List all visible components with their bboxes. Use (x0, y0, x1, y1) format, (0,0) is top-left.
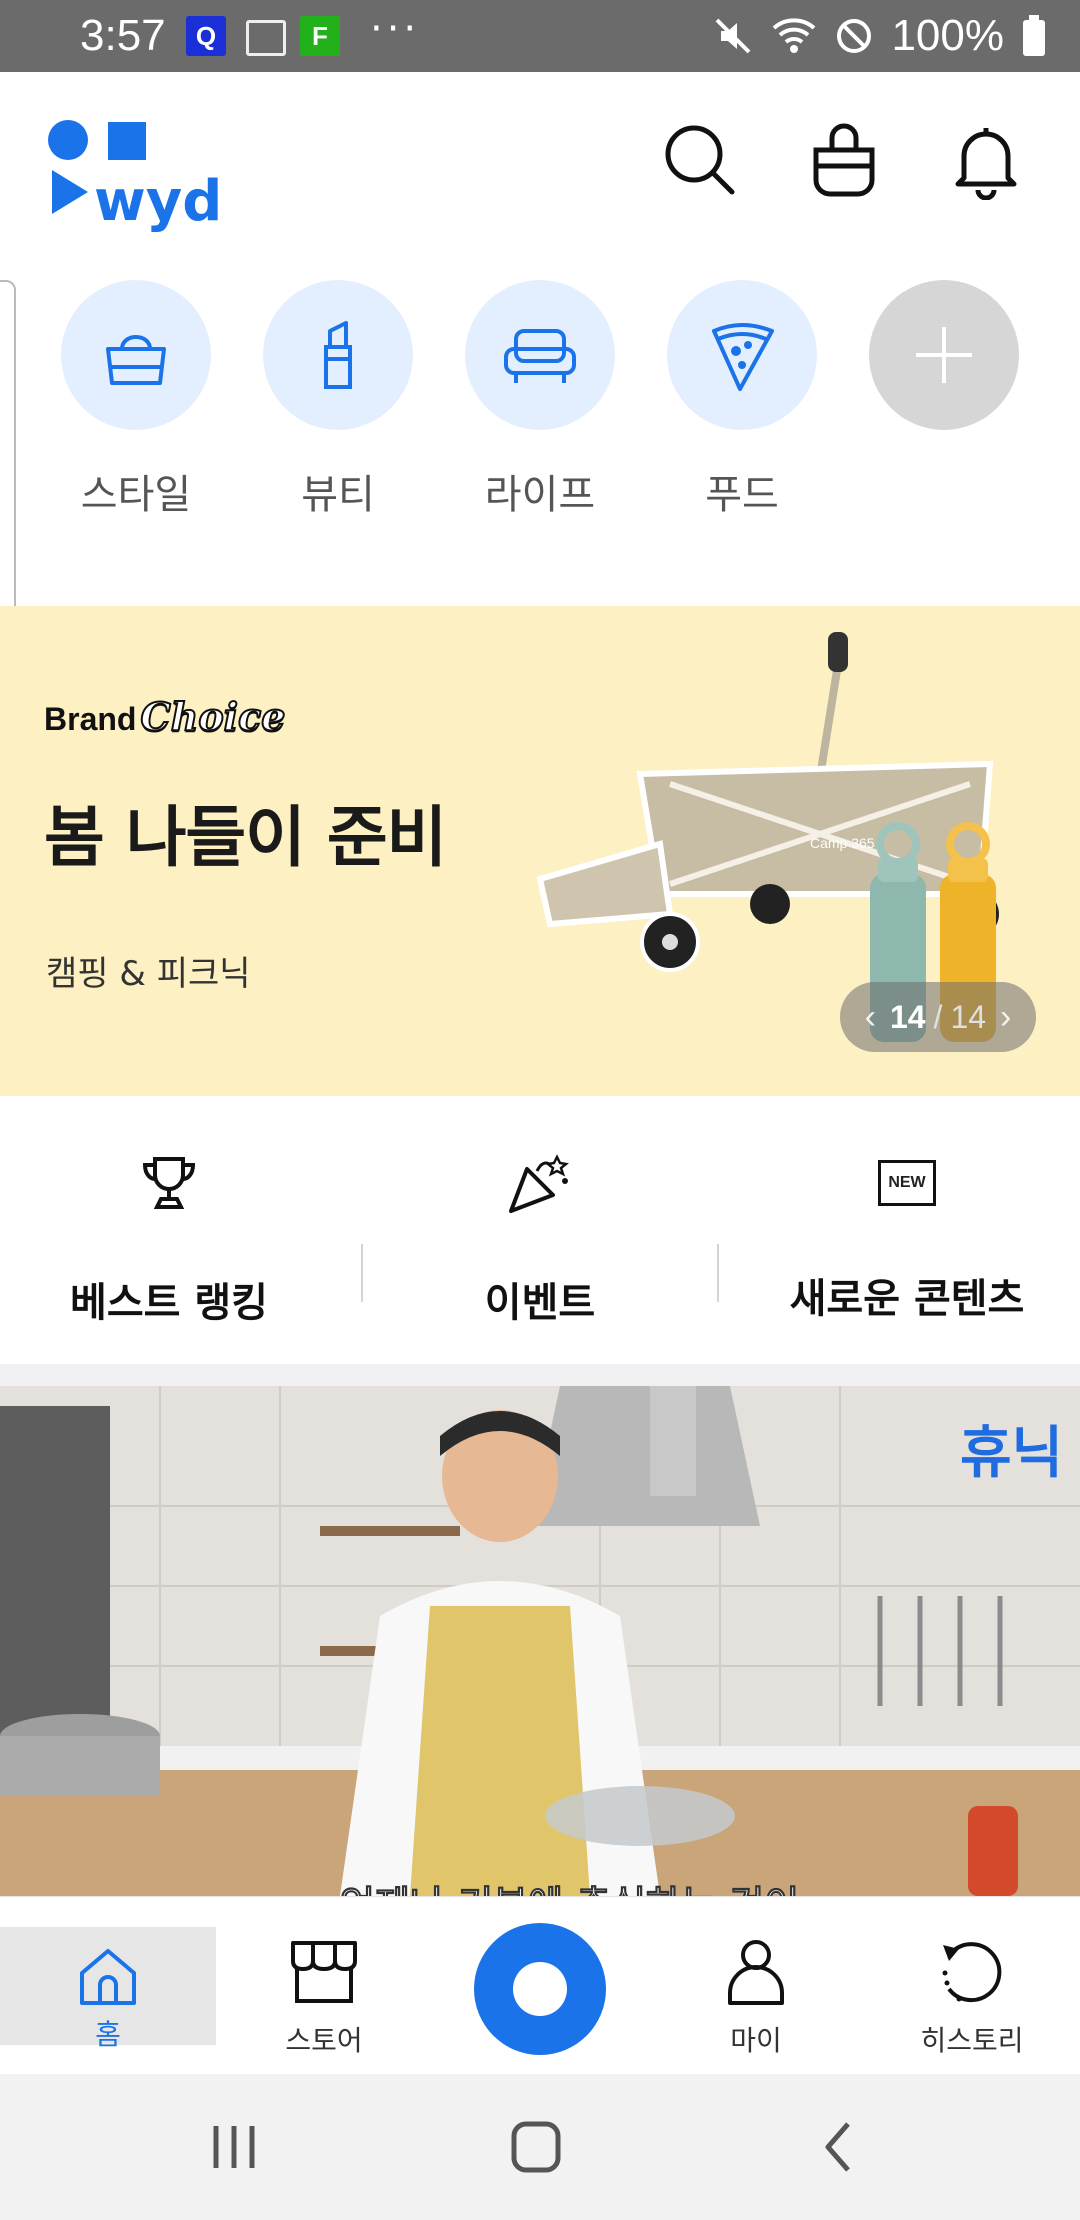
banner-subtitle: 캠핑 & 피크닉 (46, 954, 251, 994)
q-app-icon: Q (186, 16, 226, 56)
category-add-button[interactable] (869, 280, 1019, 430)
more-notifications-icon: ··· (370, 6, 421, 52)
banner-title: 봄 나들이 준비 (44, 799, 447, 876)
record-button[interactable] (474, 1923, 606, 2055)
quick-menu-label: 베스트 랭킹 (70, 1280, 268, 1326)
nav-label: 스토어 (285, 2024, 363, 2057)
quick-menu-label: 새로운 콘텐츠 (789, 1276, 1025, 1322)
plus-icon (916, 327, 972, 383)
event-button[interactable]: 이벤트 (375, 1148, 705, 1328)
mute-icon (716, 18, 751, 54)
handbag-icon (106, 335, 166, 385)
category-style[interactable]: 스타일 (61, 280, 211, 520)
brand-choice-logo: Brand Choice (44, 693, 286, 740)
brand-script: Choice (139, 693, 286, 740)
battery-icon (1023, 15, 1045, 56)
battery-percent: 100% (891, 11, 1004, 60)
wyd-logo[interactable]: wyd (46, 116, 246, 236)
bottom-navigation: 홈 스토어 마이 히스토리 (0, 1896, 1080, 2075)
divider (717, 1244, 719, 1302)
video-thumbnail[interactable]: 휴닉 언제나 기본에 충실하는 것이 (0, 1386, 1080, 1896)
wifi-icon (773, 18, 816, 53)
history-icon (942, 1942, 1002, 2003)
back-icon[interactable] (808, 2120, 868, 2174)
channel-badge: 휴닉 (960, 1421, 1064, 1486)
home-button-icon[interactable] (506, 2120, 566, 2174)
kitchen-scene-image (0, 1386, 1080, 1896)
store-icon (291, 1941, 357, 2003)
promo-banner[interactable]: Brand Choice 봄 나들이 준비 캠핑 & 피크닉 Camp 365 ‹… (0, 606, 1080, 1096)
trophy-icon (142, 1157, 196, 1209)
quick-menu: 베스트 랭킹 이벤트 NEW 새로운 콘텐츠 (0, 1096, 1080, 1364)
category-beauty[interactable]: 뷰티 (263, 280, 413, 520)
card-icon (246, 20, 286, 56)
nav-home[interactable]: 홈 (0, 1927, 216, 2051)
party-popper-icon (509, 1154, 569, 1213)
home-icon (80, 1949, 136, 2005)
bell-icon[interactable] (946, 120, 1026, 200)
video-caption: 언제나 기본에 충실하는 것이 (339, 1874, 799, 1897)
status-time: 3:57 (80, 11, 166, 60)
nav-store[interactable]: 스토어 (216, 1925, 432, 2059)
pizza-icon (712, 323, 774, 391)
logo-text: wyd (94, 169, 222, 234)
person-icon (728, 1940, 784, 2005)
pager-total: 14 (950, 998, 987, 1035)
category-label: 라이프 (484, 472, 596, 518)
block-icon (837, 19, 872, 53)
category-life[interactable]: 라이프 (465, 280, 615, 520)
nav-history[interactable]: 히스토리 (864, 1925, 1080, 2059)
category-food[interactable]: 푸드 (667, 280, 817, 520)
nav-label: 홈 (95, 2018, 121, 2051)
nav-label: 마이 (730, 2024, 782, 2057)
lipstick-icon (324, 321, 352, 389)
record-button-icon (513, 1962, 567, 2016)
pager-separator: / (933, 998, 943, 1035)
category-label: 푸드 (705, 472, 779, 518)
app-header: wyd (0, 72, 1080, 272)
best-ranking-button[interactable]: 베스트 랭킹 (4, 1148, 334, 1328)
pager-current: 14 (889, 998, 926, 1035)
nav-label: 히스토리 (920, 2024, 1024, 2057)
f-app-icon: F (300, 16, 340, 56)
section-divider (0, 1364, 1080, 1386)
brand-prefix: Brand (44, 701, 137, 737)
new-badge-icon: NEW (878, 1160, 936, 1206)
category-label: 뷰티 (301, 472, 375, 518)
search-icon[interactable] (660, 120, 740, 200)
category-label: 스타일 (80, 472, 192, 518)
system-navigation-bar (0, 2074, 1080, 2220)
banner-pager[interactable]: ‹ 14/14 › (840, 982, 1036, 1052)
recent-apps-icon[interactable] (204, 2120, 264, 2174)
sofa-icon (504, 329, 576, 383)
status-bar: 3:57 Q F ··· 100% (0, 0, 1080, 72)
shopping-bag-icon[interactable] (804, 120, 884, 200)
divider (361, 1244, 363, 1302)
pager-prev-icon[interactable]: ‹ (859, 998, 882, 1037)
nav-my[interactable]: 마이 (648, 1925, 864, 2059)
category-row: 스타일 뷰티 라이프 푸드 (0, 280, 1080, 580)
pager-next-icon[interactable]: › (994, 998, 1017, 1037)
new-contents-button[interactable]: NEW 새로운 콘텐츠 (742, 1148, 1072, 1324)
wagon-brand-mark: Camp 365 (810, 835, 875, 851)
quick-menu-label: 이벤트 (484, 1280, 596, 1326)
